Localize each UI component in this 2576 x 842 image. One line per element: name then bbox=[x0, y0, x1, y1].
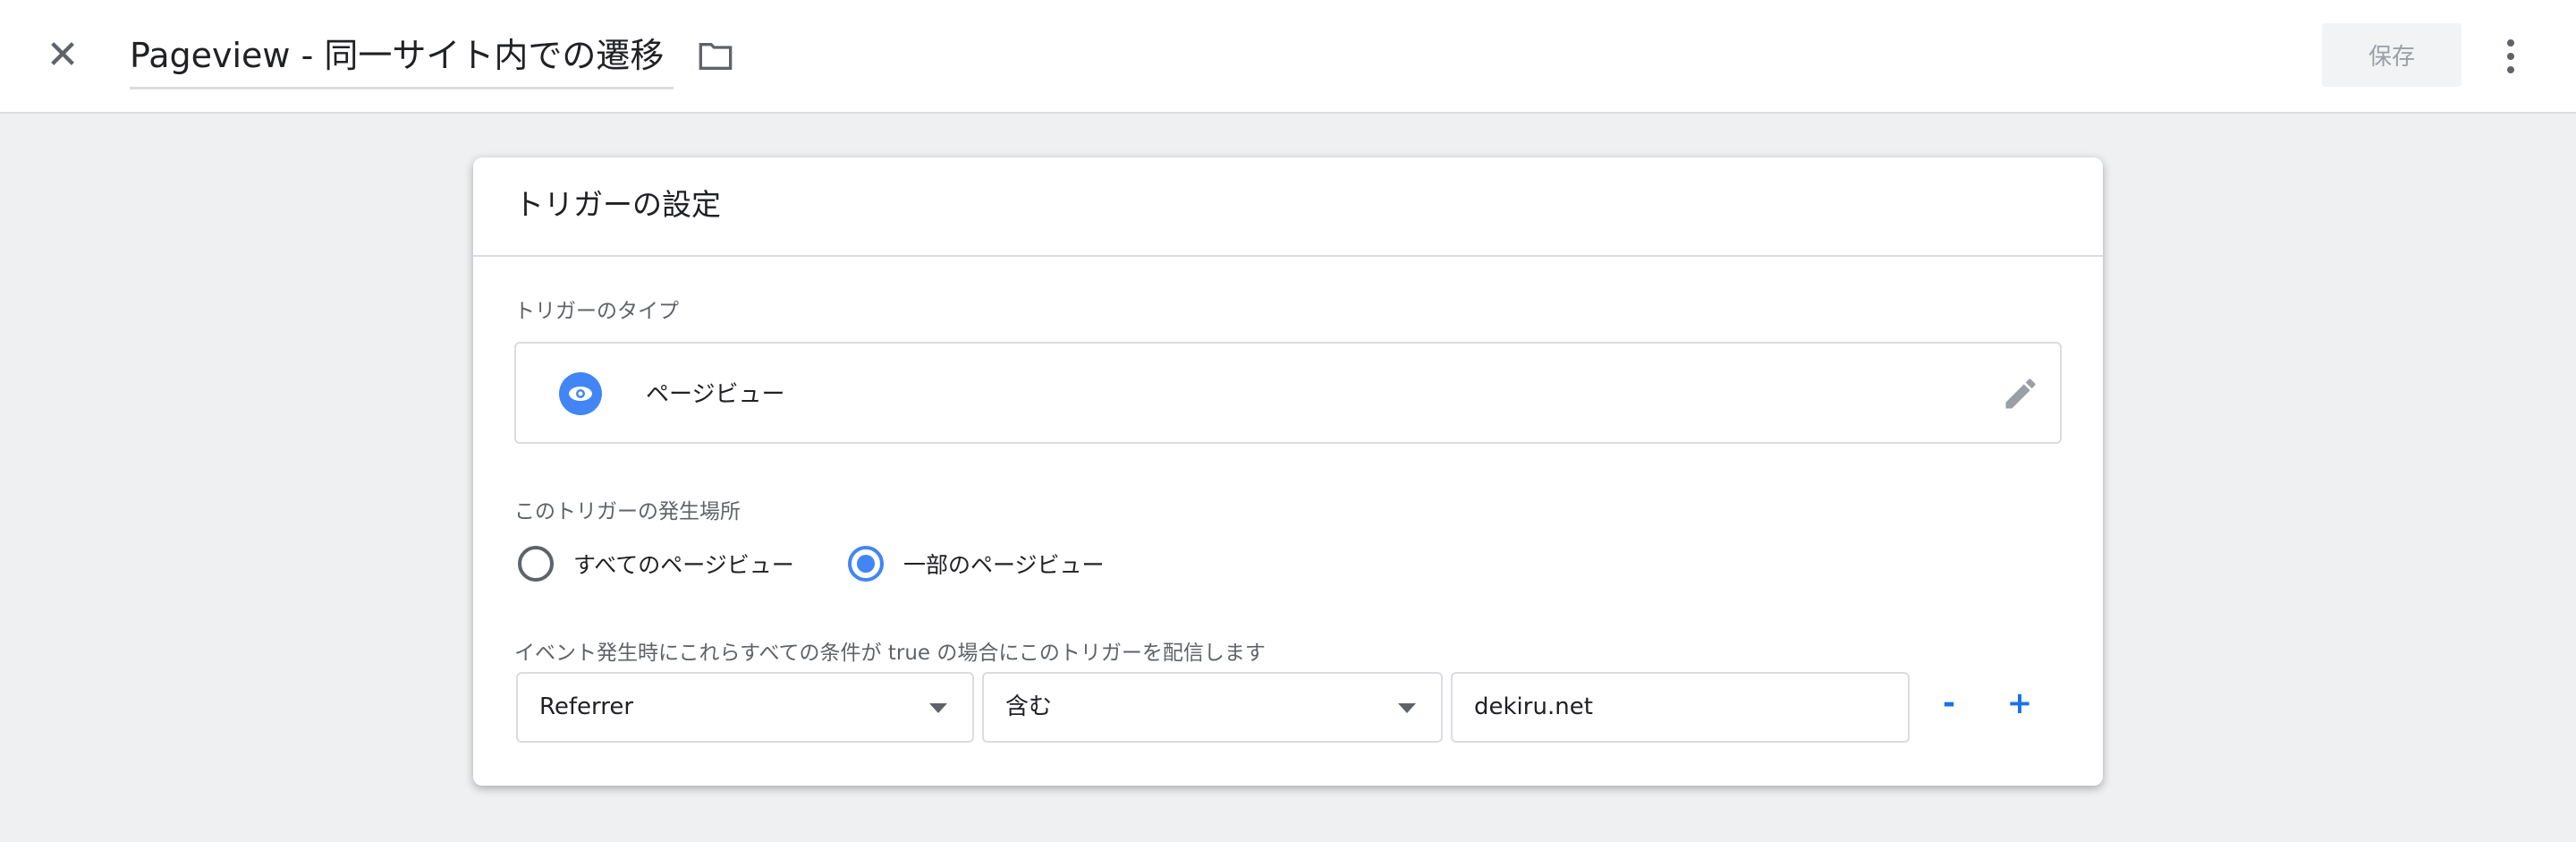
fires-on-label: このトリガーの発生場所 bbox=[514, 500, 741, 523]
operator-value: 含む bbox=[1005, 693, 1053, 720]
operator-select[interactable]: 含む bbox=[982, 672, 1443, 743]
eye-icon bbox=[559, 372, 602, 415]
close-icon[interactable]: ✕ bbox=[43, 36, 82, 75]
value-input[interactable]: dekiru.net bbox=[1451, 672, 1910, 743]
save-button[interactable]: 保存 bbox=[2322, 23, 2462, 87]
edit-pencil-icon[interactable] bbox=[2001, 374, 2040, 413]
trigger-type-value: ページビュー bbox=[646, 381, 785, 408]
folder-icon[interactable] bbox=[698, 41, 733, 72]
radio-circle[interactable] bbox=[518, 546, 554, 582]
radio-label: すべてのページビュー bbox=[573, 552, 794, 578]
value-text: dekiru.net bbox=[1474, 693, 1593, 720]
more-options-icon[interactable] bbox=[2496, 36, 2526, 77]
variable-select[interactable]: Referrer bbox=[516, 672, 974, 743]
card-title: トリガーの設定 bbox=[473, 157, 2103, 257]
dropdown-arrow-icon bbox=[1398, 703, 1416, 713]
condition-label: イベント発生時にこれらすべての条件が true の場合にこのトリガーを配信します bbox=[514, 642, 1266, 665]
variable-value: Referrer bbox=[539, 693, 634, 720]
radio-some-pageviews[interactable]: 一部のページビュー bbox=[848, 546, 1105, 582]
remove-condition-button[interactable]: - bbox=[1931, 685, 1967, 721]
trigger-type-label: トリガーのタイプ bbox=[514, 300, 679, 323]
trigger-config-card: トリガーの設定 トリガーのタイプ ページビュー このトリガーの発生場所 すべての… bbox=[473, 157, 2103, 786]
radio-circle-selected[interactable] bbox=[848, 546, 884, 582]
top-bar: ✕ Pageview - 同一サイト内での遷移 保存 bbox=[0, 0, 2576, 114]
dropdown-arrow-icon bbox=[929, 703, 947, 713]
radio-all-pageviews[interactable]: すべてのページビュー bbox=[518, 546, 794, 582]
trigger-type-selector[interactable]: ページビュー bbox=[514, 342, 2062, 444]
add-condition-button[interactable]: + bbox=[2002, 685, 2038, 721]
radio-label: 一部のページビュー bbox=[903, 552, 1105, 578]
trigger-name-input[interactable]: Pageview - 同一サイト内での遷移 bbox=[130, 30, 674, 89]
